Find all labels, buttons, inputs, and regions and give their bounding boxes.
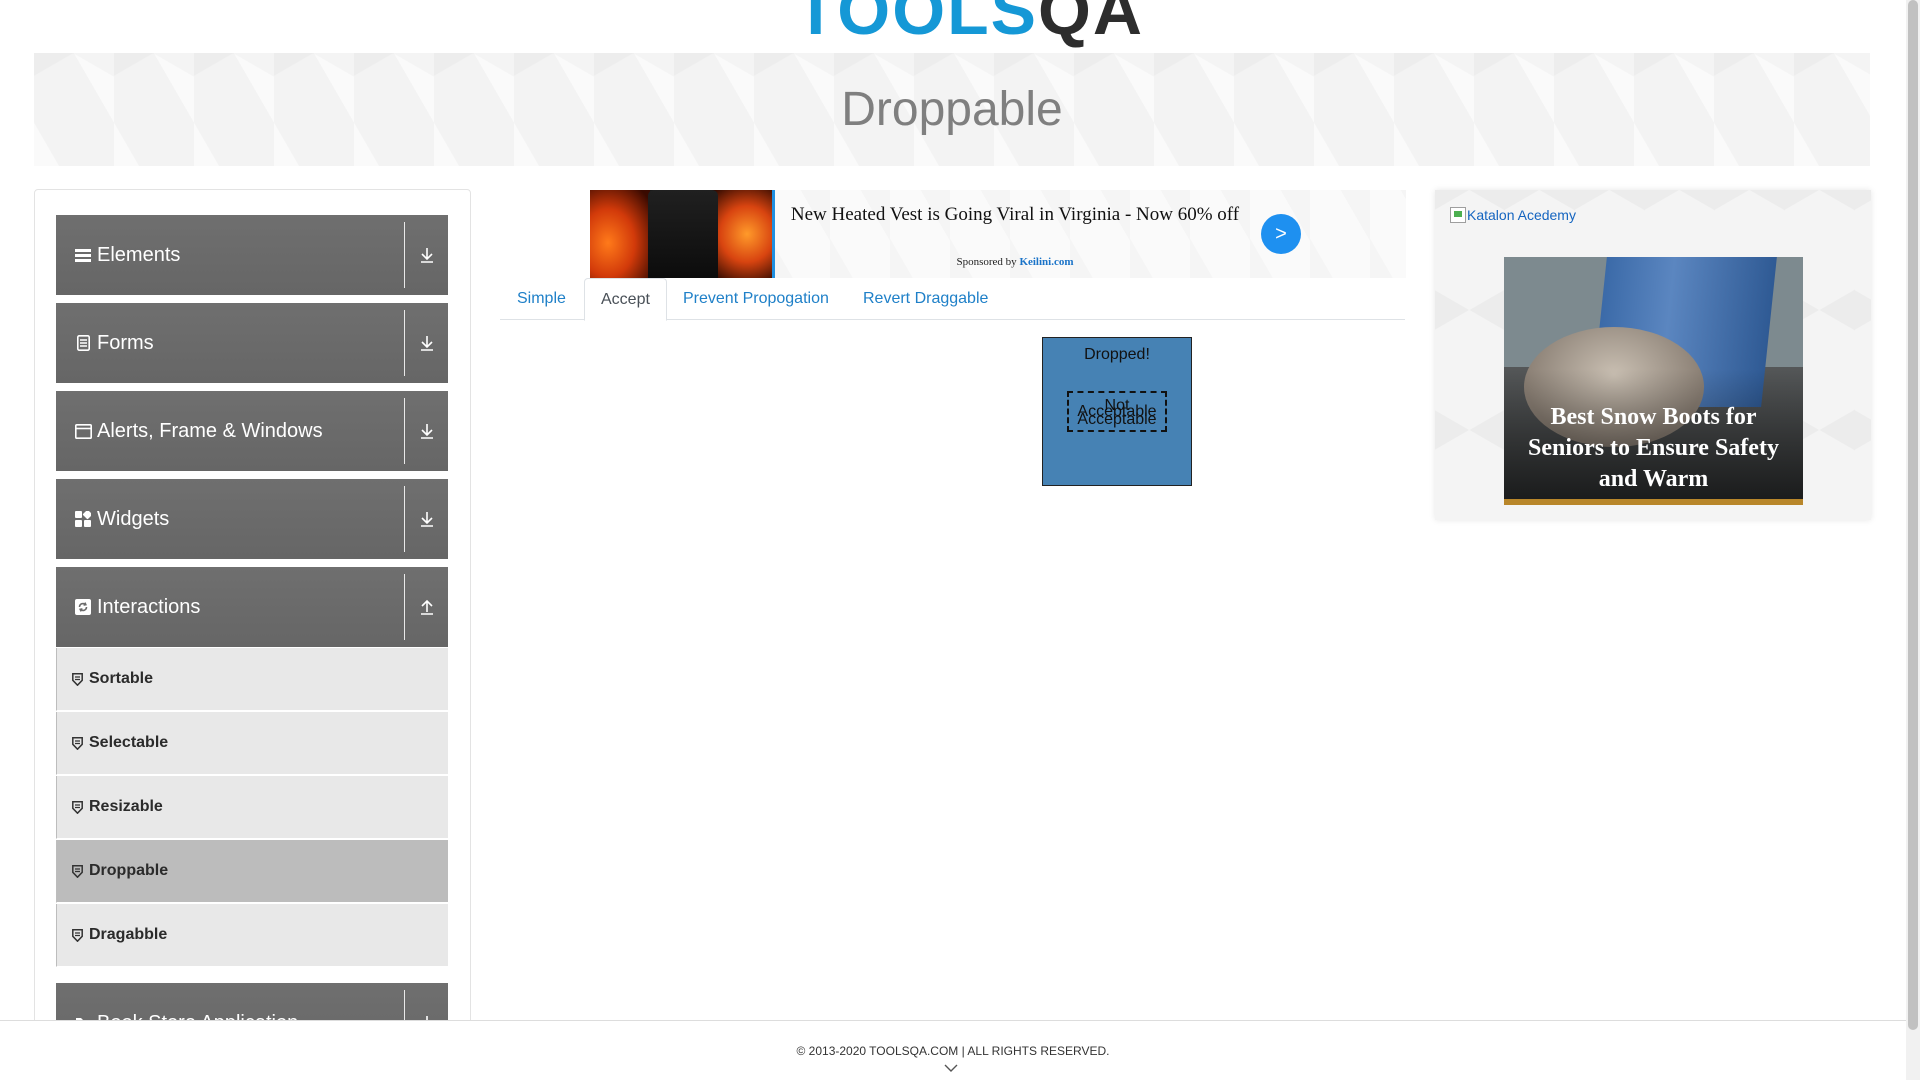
katalon-link-text: Katalon Acedemy (1467, 207, 1576, 223)
menu-icon (74, 246, 92, 264)
tab-simple[interactable]: Simple (501, 278, 582, 320)
snow-boots-caption: Best Snow Boots for Seniors to Ensure Sa… (1528, 404, 1779, 492)
badge-icon (71, 800, 83, 814)
drop-target-text: Dropped! (1084, 346, 1150, 363)
sidebar-item-resizable[interactable]: Resizable (56, 776, 448, 839)
badge-icon (71, 928, 83, 942)
tab-revert-draggable[interactable]: Revert Draggable (847, 278, 1004, 320)
acceptable-label: Acceptable (1077, 403, 1157, 420)
expand-down-icon[interactable] (405, 215, 448, 295)
sidebar-item-dragabble[interactable]: Dragabble (56, 904, 448, 967)
sidebar-item-label: Resizable (89, 798, 163, 815)
sponsored-ad[interactable]: New Heated Vest is Going Viral in Virgin… (590, 190, 1406, 278)
page: TOOLSQA Droppable Elements Forms Alerts,… (0, 0, 1920, 1080)
sidebar: Elements Forms Alerts, Frame & Windows W… (34, 189, 471, 1080)
toolsqa-logo[interactable]: TOOLSQA (795, 0, 1144, 45)
katalon-academy-link[interactable]: Katalon Acedemy (1450, 207, 1576, 223)
sidebar-item-selectable[interactable]: Selectable (56, 712, 448, 775)
ad-sponsored-prefix: Sponsored by (956, 256, 1017, 268)
sidebar-item-sortable[interactable]: Sortable (56, 648, 448, 711)
right-ad-panel: Katalon Acedemy Best Snow Boots for Seni… (1435, 190, 1871, 520)
ad-next-button[interactable]: > (1261, 214, 1301, 254)
tab-accept[interactable]: Accept (584, 278, 667, 321)
sidebar-group-interactions[interactable]: Interactions (56, 567, 448, 647)
expand-down-icon[interactable] (405, 479, 448, 559)
collapse-up-icon[interactable] (405, 567, 448, 647)
footer: © 2013-2020 TOOLSQA.COM | ALL RIGHTS RES… (0, 1020, 1906, 1080)
footer-copyright: © 2013-2020 TOOLSQA.COM | ALL RIGHTS RES… (796, 1044, 1110, 1058)
window-icon (74, 422, 92, 440)
document-icon (74, 334, 92, 352)
scrollbar-thumb[interactable] (1908, 0, 1918, 1030)
badge-icon (71, 736, 83, 750)
title-banner: Droppable (34, 53, 1870, 166)
ad-title[interactable]: New Heated Vest is Going Viral in Virgin… (790, 202, 1240, 227)
refresh-icon (74, 598, 92, 616)
sidebar-group-label: Elements (97, 243, 181, 266)
scrollbar[interactable] (1906, 0, 1920, 1080)
sidebar-item-label: Droppable (89, 862, 169, 879)
logo-main-text: TOOLS (795, 0, 1038, 49)
sidebar-item-droppable[interactable]: Droppable (56, 840, 448, 903)
sidebar-group-forms[interactable]: Forms (56, 303, 448, 383)
sidebar-item-label: Selectable (89, 734, 169, 751)
expand-down-icon[interactable] (405, 391, 448, 471)
page-title: Droppable (841, 83, 1063, 136)
ad-sponsor-link[interactable]: Keilini.com (1019, 256, 1073, 268)
sidebar-item-label: Dragabble (89, 926, 168, 943)
broken-image-icon (1450, 207, 1466, 223)
sidebar-item-label: Sortable (89, 670, 154, 687)
sidebar-group-label: Interactions (97, 595, 201, 618)
expand-down-icon[interactable] (405, 303, 448, 383)
drop-target[interactable]: Dropped! Not Acceptable Acceptable (1042, 337, 1192, 486)
sidebar-group-label: Alerts, Frame & Windows (97, 419, 323, 442)
logo-accent-text: QA (1038, 0, 1144, 49)
ad-sponsor-line: Sponsored by Keilini.com (790, 256, 1240, 268)
droppable-tabs: Simple Accept Prevent Propogation Revert… (500, 278, 1405, 321)
grid-icon (74, 510, 92, 528)
sidebar-group-label: Forms (97, 331, 154, 354)
draggable-box[interactable]: Not Acceptable Acceptable (1067, 391, 1167, 432)
sidebar-group-label: Widgets (97, 507, 170, 530)
tab-prevent-propogation[interactable]: Prevent Propogation (667, 278, 845, 320)
ad-image[interactable] (590, 190, 775, 278)
badge-icon (71, 672, 83, 686)
sidebar-group-elements[interactable]: Elements (56, 215, 448, 295)
sidebar-group-widgets[interactable]: Widgets (56, 479, 448, 559)
sidebar-group-alerts[interactable]: Alerts, Frame & Windows (56, 391, 448, 471)
badge-icon (71, 864, 83, 878)
chevron-down-icon[interactable] (944, 1061, 958, 1075)
snow-boots-ad[interactable]: Best Snow Boots for Seniors to Ensure Sa… (1504, 257, 1803, 505)
